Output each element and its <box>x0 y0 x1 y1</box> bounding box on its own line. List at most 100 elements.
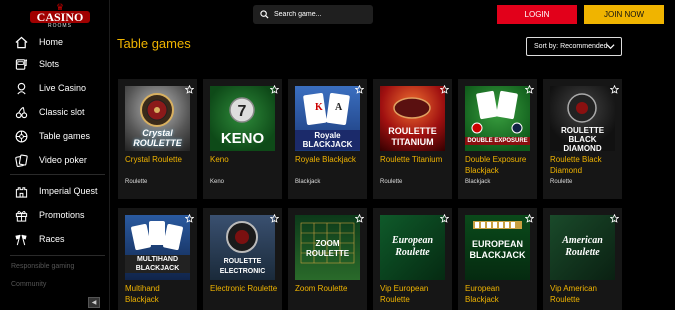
game-thumbnail-text: ROULETTE ELECTRONIC <box>219 258 266 275</box>
game-thumbnail: ROULETTE BLACK DIAMOND <box>550 86 615 151</box>
sidebar-item-video-poker[interactable]: Video poker <box>0 150 110 170</box>
favorite-star-icon[interactable] <box>185 214 194 223</box>
svg-text:A: A <box>335 102 343 113</box>
favorite-star-icon[interactable] <box>525 214 534 223</box>
svg-text:K: K <box>315 102 323 113</box>
sidebar-item-label: Video poker <box>39 155 87 165</box>
sidebar-item-classic-slot[interactable]: Classic slot <box>0 102 110 122</box>
game-thumbnail: DOUBLE EXPOSURE <box>465 86 530 151</box>
sidebar-item-slots[interactable]: Slots <box>0 54 110 74</box>
sidebar-item-table-games[interactable]: Table games <box>0 126 110 146</box>
sidebar-item-label: Classic slot <box>39 107 85 117</box>
game-card[interactable]: EUROPEAN BLACKJACK European Blackjack <box>458 208 537 310</box>
game-thumbnail: EUROPEAN BLACKJACK <box>465 215 530 280</box>
game-card[interactable]: ROULETTE BLACK DIAMOND Roulette Black Di… <box>543 79 622 199</box>
game-thumbnail-text: MULTIHAND BLACKJACK <box>125 255 190 273</box>
game-thumbnail-text: DOUBLE EXPOSURE <box>465 137 530 145</box>
casino-logo[interactable]: ♛ CASINO ROOMS <box>30 3 90 33</box>
game-title: Crystal Roulette <box>125 155 182 164</box>
roulette-icon <box>14 129 28 143</box>
game-thumbnail-text: ROULETTE BLACK DIAMOND <box>560 126 605 151</box>
sort-label: Sort by: Recommended <box>534 43 608 50</box>
gift-icon <box>14 208 28 222</box>
game-title: European Blackjack <box>465 284 500 304</box>
game-category: Roulette <box>550 179 573 185</box>
game-title: Royale Blackjack <box>295 155 356 164</box>
favorite-star-icon[interactable] <box>185 85 194 94</box>
game-thumbnail: ROULETTE TITANIUM <box>380 86 445 151</box>
sidebar-item-label: Home <box>39 37 64 47</box>
sidebar-divider <box>10 255 105 256</box>
sidebar-item-promotions[interactable]: Promotions <box>0 205 110 225</box>
game-card[interactable]: ROULETTE ELECTRONIC Electronic Roulette <box>203 208 282 310</box>
sidebar-item-label: Promotions <box>39 210 85 220</box>
game-thumbnail: American Roulette <box>550 215 615 280</box>
sidebar-item-live-casino[interactable]: Live Casino <box>0 78 110 98</box>
sidebar-item-label: Slots <box>39 59 60 69</box>
favorite-star-icon[interactable] <box>355 214 364 223</box>
game-thumbnail-text: Crystal ROULETTE <box>133 128 182 148</box>
game-category: Roulette <box>125 179 148 185</box>
sidebar-item-home[interactable]: Home <box>0 32 110 52</box>
search-input[interactable] <box>274 11 369 18</box>
join-now-button[interactable]: JOIN NOW <box>584 5 664 24</box>
game-title: Multihand Blackjack <box>125 284 160 304</box>
responsible-gaming-link[interactable]: Responsible gaming <box>11 263 74 270</box>
sidebar-item-label: Live Casino <box>39 83 87 93</box>
game-card[interactable]: DOUBLE EXPOSURE Double Exposure Blackjac… <box>458 79 537 199</box>
login-button[interactable]: LOGIN <box>497 5 577 24</box>
favorite-star-icon[interactable] <box>525 85 534 94</box>
game-title: Roulette Black Diamond <box>550 155 602 175</box>
live-casino-icon <box>14 81 28 95</box>
favorite-star-icon[interactable] <box>270 85 279 94</box>
game-category: Blackjack <box>295 179 321 185</box>
favorite-star-icon[interactable] <box>440 85 449 94</box>
favorite-star-icon[interactable] <box>270 214 279 223</box>
favorite-star-icon[interactable] <box>440 214 449 223</box>
game-thumbnail-text: ZOOM ROULETTE <box>305 239 350 258</box>
game-category: Keno <box>210 179 225 185</box>
game-title: Double Exposure Blackjack <box>465 155 527 175</box>
game-card[interactable]: K A Royale BLACKJACK Royale Blackjack Bla… <box>288 79 367 199</box>
chevron-down-icon <box>606 44 615 50</box>
slot-machine-icon <box>14 57 28 71</box>
game-title: Electronic Roulette <box>210 284 278 293</box>
game-thumbnail: 7 KENO <box>210 86 275 151</box>
game-card[interactable]: ZOOM ROULETTE Zoom Roulette <box>288 208 367 310</box>
game-thumbnail: ROULETTE ELECTRONIC <box>210 215 275 280</box>
game-card[interactable]: ROULETTE TITANIUM Roulette Titanium Roul… <box>373 79 452 199</box>
game-card[interactable]: Crystal ROULETTE Crystal Roulette Roulet… <box>118 79 197 199</box>
game-card[interactable]: MULTIHAND BLACKJACK Multihand Blackjack <box>118 208 197 310</box>
game-title: Keno <box>210 155 229 164</box>
game-card[interactable]: 7 KENO Keno Keno <box>203 79 282 199</box>
race-flags-icon <box>14 232 28 246</box>
svg-text:7: 7 <box>238 103 247 120</box>
game-title: Vip American Roulette <box>550 284 597 304</box>
game-title: Zoom Roulette <box>295 284 348 293</box>
favorite-star-icon[interactable] <box>610 85 619 94</box>
game-thumbnail: Crystal ROULETTE <box>125 86 190 151</box>
game-title: Vip European Roulette <box>380 284 429 304</box>
game-card[interactable]: European Roulette Vip European Roulette <box>373 208 452 310</box>
game-thumbnail-text: EUROPEAN BLACKJACK <box>469 239 526 260</box>
favorite-star-icon[interactable] <box>610 214 619 223</box>
favorite-star-icon[interactable] <box>355 85 364 94</box>
sidebar-item-races[interactable]: Races <box>0 229 110 249</box>
game-thumbnail-text: ROULETTE TITANIUM <box>388 126 437 147</box>
game-thumbnail: ZOOM ROULETTE <box>295 215 360 280</box>
search-bar[interactable] <box>253 5 373 24</box>
community-link[interactable]: Community <box>11 281 46 288</box>
chevron-left-icon: ◀ <box>91 300 97 306</box>
game-thumbnail: European Roulette <box>380 215 445 280</box>
page-title: Table games <box>117 36 191 51</box>
game-card[interactable]: American Roulette Vip American Roulette <box>543 208 622 310</box>
cherry-icon <box>14 105 28 119</box>
game-thumbnail: MULTIHAND BLACKJACK <box>125 215 190 280</box>
game-category: Blackjack <box>465 179 491 185</box>
home-icon <box>14 35 28 49</box>
sidebar-item-imperial-quest[interactable]: Imperial Quest <box>0 181 110 201</box>
game-category: Roulette <box>380 179 403 185</box>
sort-dropdown[interactable]: Sort by: Recommended <box>526 37 622 56</box>
collapse-sidebar-button[interactable]: ◀ <box>88 297 100 308</box>
sidebar-item-label: Races <box>39 234 65 244</box>
